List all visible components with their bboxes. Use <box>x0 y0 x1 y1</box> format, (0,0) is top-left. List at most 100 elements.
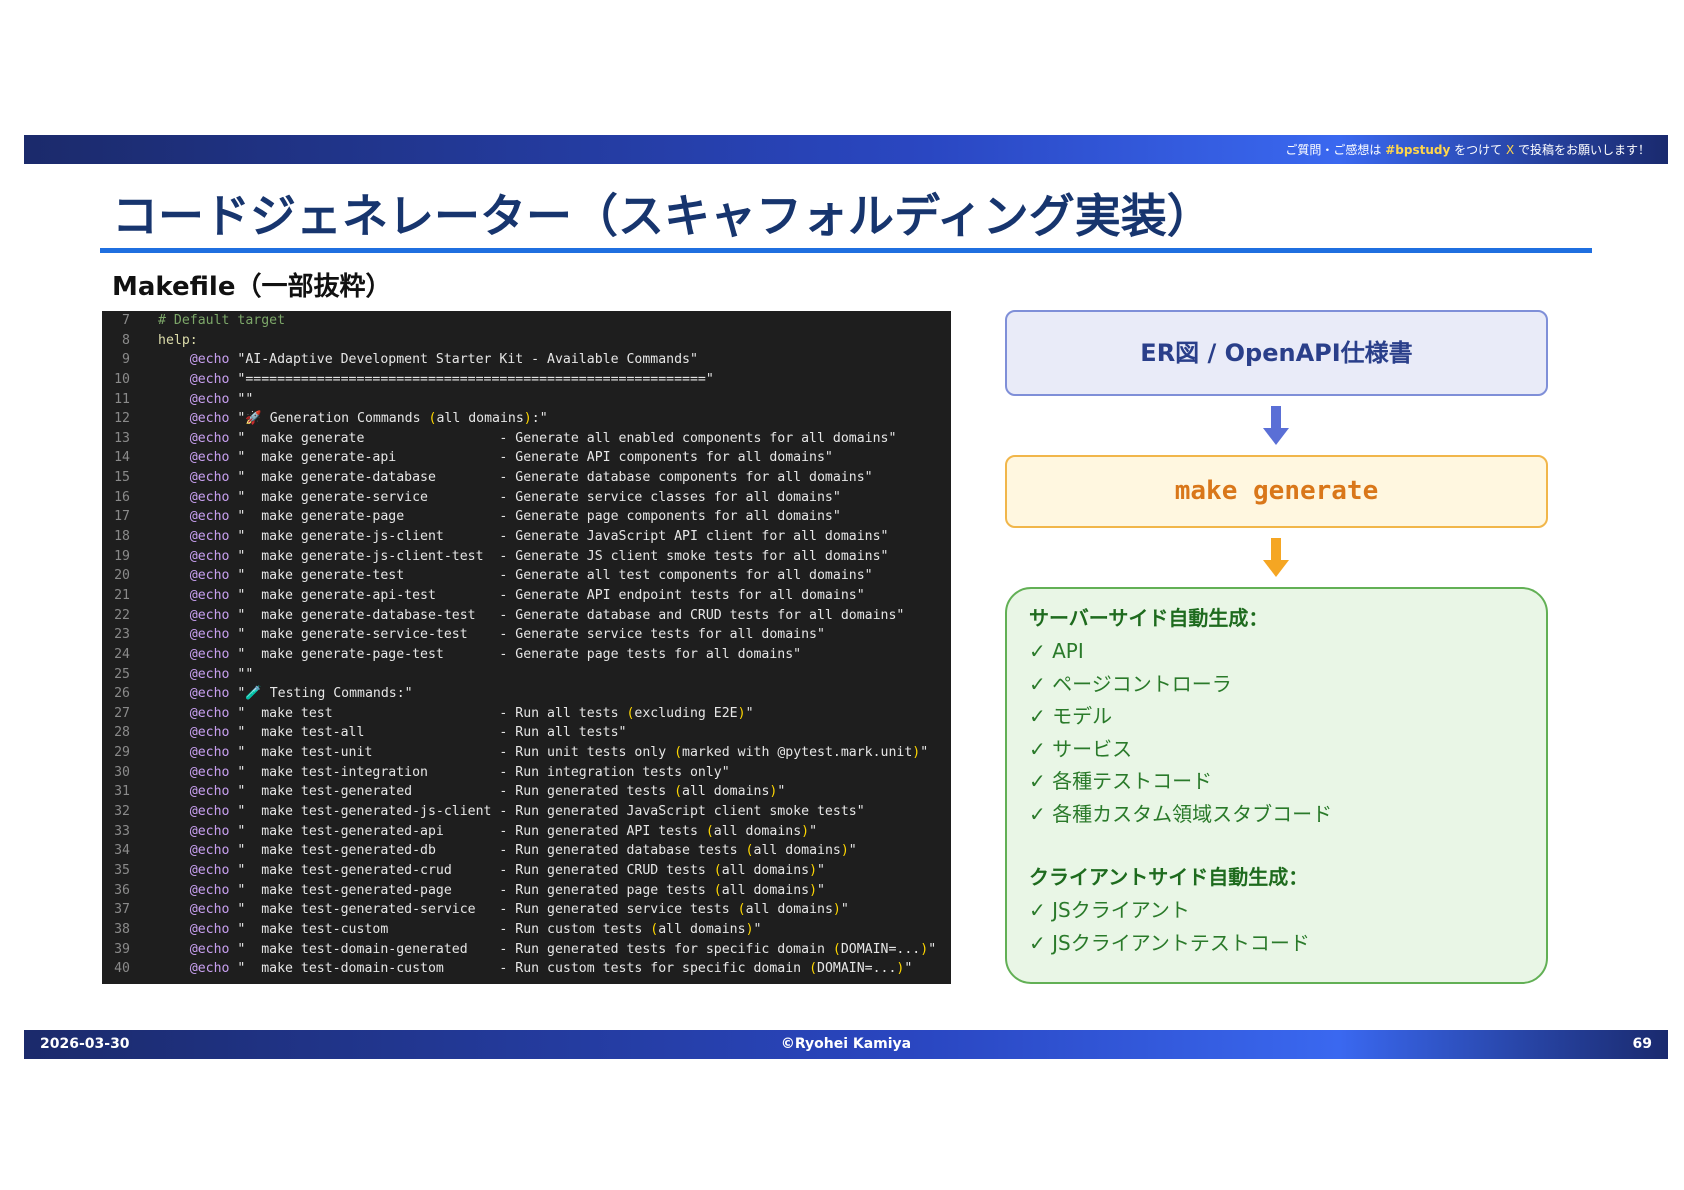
code-text: @echo " make generate-database-test - Ge… <box>189 607 905 623</box>
line-number: 35 <box>114 862 130 878</box>
x-label: X <box>1505 143 1515 157</box>
code-line: 21 @echo " make generate-api-test - Gene… <box>102 586 951 606</box>
line-number: 20 <box>114 568 130 584</box>
code-text: @echo " make test-generated - Run genera… <box>189 784 786 800</box>
client-item-js-client: ✓ JSクライアント <box>1029 898 1190 922</box>
code-line: 10 @echo "==============================… <box>102 370 951 390</box>
code-text: @echo " make test-all - Run all tests" <box>189 725 627 741</box>
server-item-api: ✓ API <box>1029 639 1084 663</box>
line-number: 39 <box>114 941 130 957</box>
code-text: @echo "AI-Adaptive Development Starter K… <box>189 352 698 368</box>
code-text: @echo " make test-generated-js-client - … <box>189 804 865 820</box>
notice-text-post: で投稿をお願いします！ <box>1514 143 1650 157</box>
code-text: @echo " make generate-js-client - Genera… <box>189 529 889 545</box>
line-number: 16 <box>114 489 130 505</box>
line-number: 15 <box>114 470 130 486</box>
code-text: @echo " make generate-page-test - Genera… <box>189 646 802 662</box>
line-number: 32 <box>114 804 130 820</box>
line-number: 34 <box>114 843 130 859</box>
line-number: 31 <box>114 784 130 800</box>
code-text: @echo " make generate-test - Generate al… <box>189 568 873 584</box>
server-side-heading: サーバーサイド自動生成： <box>1029 606 1269 630</box>
line-number: 22 <box>114 607 130 623</box>
code-line: 30 @echo " make test-integration - Run i… <box>102 763 951 783</box>
header-notice: ご質問・ご感想は #bpstudy をつけて X で投稿をお願いします！ <box>1285 141 1650 158</box>
code-line: 27 @echo " make test - Run all tests (ex… <box>102 704 951 724</box>
notice-text-pre: ご質問・ご感想は <box>1285 143 1386 157</box>
code-text: @echo " make test-generated-db - Run gen… <box>189 843 857 859</box>
code-line: 8 help: <box>102 331 951 351</box>
line-number: 26 <box>114 686 130 702</box>
code-text: @echo "" <box>189 666 254 682</box>
code-text: @echo "🚀 Generation Commands (all domain… <box>189 411 548 427</box>
arrow-down-icon <box>1263 538 1289 577</box>
code-text: @echo " make test-generated-crud - Run g… <box>189 862 825 878</box>
client-item-js-client-test: ✓ JSクライアントテストコード <box>1029 930 1310 955</box>
code-line: 26 @echo "🧪 Testing Commands:" <box>102 684 951 704</box>
arrow-down-icon <box>1263 406 1289 445</box>
code-text: @echo " make test - Run all tests (exclu… <box>189 705 754 721</box>
code-line: 14 @echo " make generate-api - Generate … <box>102 448 951 468</box>
code-line: 15 @echo " make generate-database - Gene… <box>102 468 951 488</box>
er-openapi-label: ER図 / OpenAPI仕様書 <box>1140 339 1413 367</box>
line-number: 14 <box>114 450 130 466</box>
server-item-page-controller: ✓ ページコントローラ <box>1029 671 1232 696</box>
makefile-code-panel: 7 # Default target 8 help: 9 @echo "AI-Adapt… <box>102 311 951 984</box>
line-number: 40 <box>114 961 130 977</box>
code-line: 7 # Default target <box>102 311 951 331</box>
line-number: 25 <box>114 666 130 682</box>
code-text: help: <box>158 332 198 348</box>
line-number: 30 <box>114 764 130 780</box>
footer-copyright: ©Ryohei Kamiya <box>780 1036 912 1052</box>
code-text: @echo " make generate-page - Generate pa… <box>189 509 841 525</box>
line-number: 21 <box>114 587 130 603</box>
line-number: 29 <box>114 745 130 761</box>
line-number: 36 <box>114 882 130 898</box>
code-line: 13 @echo " make generate - Generate all … <box>102 429 951 449</box>
page-number: 69 <box>1632 1036 1652 1052</box>
line-number: 24 <box>114 646 130 662</box>
make-generate-box: make generate <box>1005 455 1548 528</box>
footer-bar: 2026-03-30 ©Ryohei Kamiya 69 <box>24 1030 1668 1059</box>
code-line: 20 @echo " make generate-test - Generate… <box>102 566 951 586</box>
code-line: 25 @echo "" <box>102 665 951 685</box>
code-text: @echo " make generate-api - Generate API… <box>189 450 833 466</box>
code-text: @echo " make generate-service-test - Gen… <box>189 627 825 643</box>
line-number: 19 <box>114 548 130 564</box>
code-text: @echo " make generate-api-test - Generat… <box>189 587 865 603</box>
line-number: 17 <box>114 509 130 525</box>
code-line: 36 @echo " make test-generated-page - Ru… <box>102 881 951 901</box>
code-text: @echo " make generate-service - Generate… <box>189 489 841 505</box>
code-line: 17 @echo " make generate-page - Generate… <box>102 507 951 527</box>
code-line: 19 @echo " make generate-js-client-test … <box>102 547 951 567</box>
line-number: 28 <box>114 725 130 741</box>
section-label: Makefile（一部抜粋） <box>112 272 392 302</box>
code-text: @echo " make generate-js-client-test - G… <box>189 548 889 564</box>
code-text: @echo " make test-integration - Run inte… <box>189 764 730 780</box>
header-bar: ご質問・ご感想は #bpstudy をつけて X で投稿をお願いします！ <box>24 135 1668 164</box>
code-text: @echo " make test-generated-page - Run g… <box>189 882 825 898</box>
code-line: 38 @echo " make test-custom - Run custom… <box>102 920 951 940</box>
code-line: 39 @echo " make test-domain-generated - … <box>102 940 951 960</box>
line-number: 8 <box>122 332 130 348</box>
code-line: 22 @echo " make generate-database-test -… <box>102 606 951 626</box>
code-line: 24 @echo " make generate-page-test - Gen… <box>102 645 951 665</box>
code-text: @echo " make generate-database - Generat… <box>189 470 873 486</box>
line-number: 11 <box>114 391 130 407</box>
line-number: 23 <box>114 627 130 643</box>
code-text: @echo " make test-domain-generated - Run… <box>189 941 937 957</box>
line-number: 18 <box>114 529 130 545</box>
code-line: 31 @echo " make test-generated - Run gen… <box>102 782 951 802</box>
title-underline <box>100 248 1592 253</box>
server-item-model: ✓ モデル <box>1029 704 1113 728</box>
code-line: 35 @echo " make test-generated-crud - Ru… <box>102 861 951 881</box>
server-item-test-code: ✓ 各種テストコード <box>1029 769 1213 793</box>
code-line: 18 @echo " make generate-js-client - Gen… <box>102 527 951 547</box>
line-number: 12 <box>114 411 130 427</box>
code-line: 28 @echo " make test-all - Run all tests… <box>102 723 951 743</box>
code-line: 23 @echo " make generate-service-test - … <box>102 625 951 645</box>
code-text: @echo "=================================… <box>189 371 714 387</box>
notice-text-mid: をつけて <box>1450 143 1506 157</box>
er-openapi-box: ER図 / OpenAPI仕様書 <box>1005 310 1548 396</box>
